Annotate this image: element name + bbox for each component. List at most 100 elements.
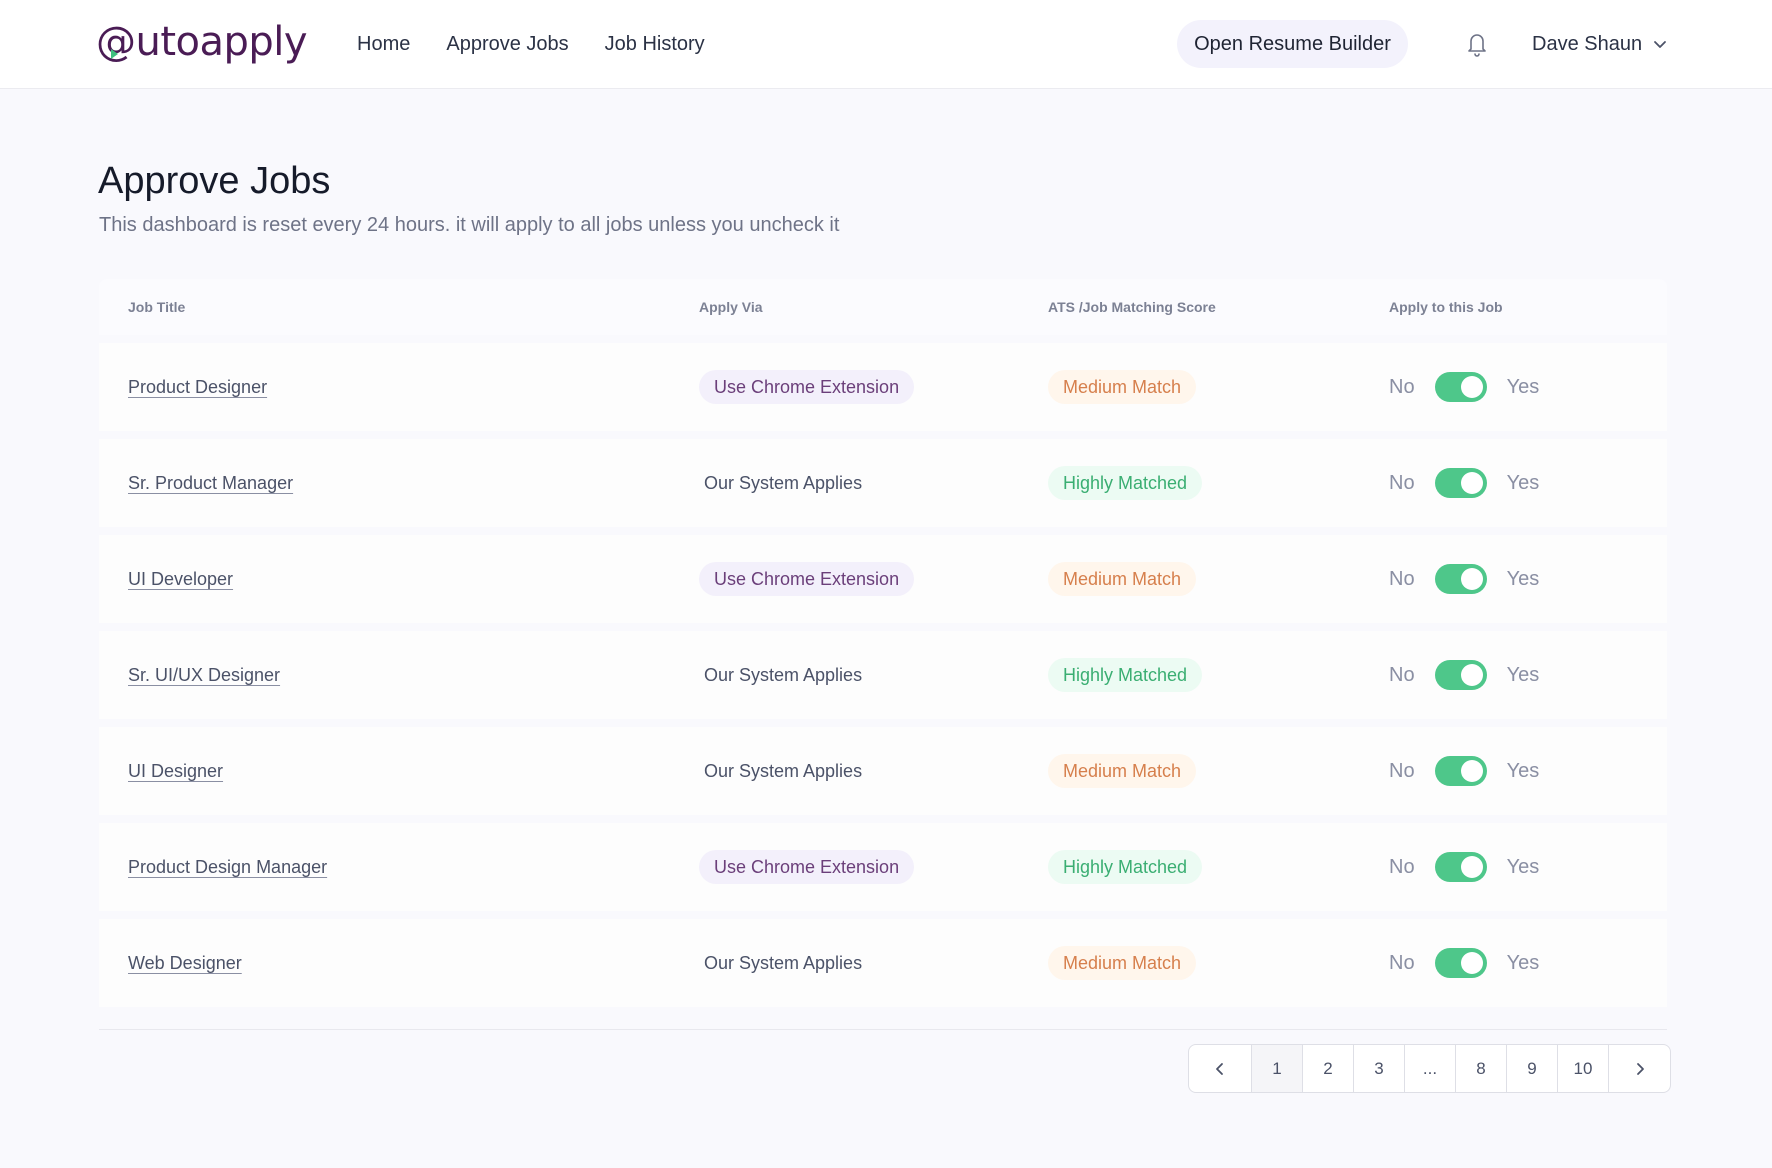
column-header-score: ATS /Job Matching Score <box>1048 299 1216 315</box>
job-title-link[interactable]: Product Designer <box>128 377 267 398</box>
toggle-yes-label: Yes <box>1506 951 1540 974</box>
jobs-table: Job Title Apply Via ATS /Job Matching Sc… <box>99 279 1667 1007</box>
bell-icon[interactable] <box>1465 30 1489 58</box>
apply-toggle[interactable] <box>1434 372 1487 402</box>
open-resume-builder-button[interactable]: Open Resume Builder <box>1177 20 1408 68</box>
pagination-page-3[interactable]: 3 <box>1353 1045 1404 1092</box>
apply-toggle-cell: No Yes <box>1389 343 1539 431</box>
table-row: UI Developer Use Chrome Extension Medium… <box>99 535 1667 623</box>
toggle-no-label: No <box>1389 567 1415 590</box>
score-cell: Highly Matched <box>1048 631 1203 719</box>
apply-toggle[interactable] <box>1434 564 1487 594</box>
pagination-page-2[interactable]: 2 <box>1302 1045 1353 1092</box>
table-divider <box>99 1029 1667 1030</box>
job-title-link[interactable]: Sr. Product Manager <box>128 473 293 494</box>
apply-via-cell: Our System Applies <box>699 631 862 719</box>
toggle-no-label: No <box>1389 471 1415 494</box>
apply-via-text: Our System Applies <box>704 472 863 493</box>
apply-via-text: Our System Applies <box>704 664 863 685</box>
job-title-link[interactable]: UI Designer <box>128 761 223 782</box>
nav-approve-jobs[interactable]: Approve Jobs <box>446 30 568 58</box>
toggle-yes-label: Yes <box>1506 375 1540 398</box>
toggle-no-label: No <box>1389 855 1415 878</box>
apply-toggle-cell: No Yes <box>1389 631 1539 719</box>
toggle-yes-label: Yes <box>1506 855 1540 878</box>
pagination-page-1[interactable]: 1 <box>1251 1045 1302 1092</box>
job-title-link[interactable]: Web Designer <box>128 953 242 974</box>
apply-toggle-cell: No Yes <box>1389 823 1539 911</box>
toggle-no-label: No <box>1389 663 1415 686</box>
apply-toggle[interactable] <box>1434 660 1487 690</box>
column-header-apply-via: Apply Via <box>699 299 763 315</box>
job-title-cell: UI Designer <box>128 727 223 815</box>
toggle-knob <box>1460 568 1483 590</box>
match-score-badge: Medium Match <box>1048 754 1197 788</box>
column-header-apply: Apply to this Job <box>1389 299 1503 315</box>
top-navigation-bar: @utoapply Home Approve Jobs Job History … <box>0 0 1772 89</box>
toggle-knob <box>1460 472 1483 494</box>
apply-toggle[interactable] <box>1434 756 1487 786</box>
apply-toggle-cell: No Yes <box>1389 439 1539 527</box>
toggle-no-label: No <box>1389 951 1415 974</box>
main-nav: Home Approve Jobs Job History <box>357 30 705 58</box>
logo-text: @utoapply <box>96 19 308 65</box>
apply-via-chrome-extension-badge: Use Chrome Extension <box>699 562 915 596</box>
score-cell: Medium Match <box>1048 343 1197 431</box>
match-score-badge: Medium Match <box>1048 370 1197 404</box>
table-row: Product Designer Use Chrome Extension Me… <box>99 343 1667 431</box>
match-score-badge: Highly Matched <box>1048 466 1203 500</box>
apply-toggle-cell: No Yes <box>1389 919 1539 1007</box>
score-cell: Highly Matched <box>1048 823 1203 911</box>
nav-home[interactable]: Home <box>357 30 410 58</box>
table-header: Job Title Apply Via ATS /Job Matching Sc… <box>99 279 1667 335</box>
apply-via-chrome-extension-badge: Use Chrome Extension <box>699 850 915 884</box>
page-subtitle: This dashboard is reset every 24 hours. … <box>99 214 840 236</box>
apply-via-text: Our System Applies <box>704 760 863 781</box>
job-title-link[interactable]: UI Developer <box>128 569 233 590</box>
job-title-cell: UI Developer <box>128 535 233 623</box>
job-title-link[interactable]: Sr. UI/UX Designer <box>128 665 280 686</box>
table-row: Product Design Manager Use Chrome Extens… <box>99 823 1667 911</box>
user-menu[interactable]: Dave Shaun <box>1532 30 1668 58</box>
pagination-page-9[interactable]: 9 <box>1506 1045 1557 1092</box>
apply-toggle[interactable] <box>1434 852 1487 882</box>
chevron-down-icon <box>1654 41 1666 48</box>
job-title-cell: Product Design Manager <box>128 823 327 911</box>
toggle-knob <box>1460 664 1483 686</box>
nav-job-history[interactable]: Job History <box>605 30 705 58</box>
apply-toggle-cell: No Yes <box>1389 727 1539 815</box>
toggle-knob <box>1460 760 1483 782</box>
toggle-no-label: No <box>1389 759 1415 782</box>
apply-via-cell: Our System Applies <box>699 439 862 527</box>
column-header-job-title: Job Title <box>128 299 186 315</box>
job-title-cell: Sr. UI/UX Designer <box>128 631 280 719</box>
pagination-prev-button[interactable] <box>1189 1045 1251 1092</box>
toggle-knob <box>1460 376 1483 398</box>
apply-via-chrome-extension-badge: Use Chrome Extension <box>699 370 915 404</box>
toggle-knob <box>1460 952 1483 974</box>
job-title-cell: Web Designer <box>128 919 242 1007</box>
match-score-badge: Highly Matched <box>1048 850 1203 884</box>
pagination-next-button[interactable] <box>1608 1045 1670 1092</box>
match-score-badge: Medium Match <box>1048 562 1197 596</box>
pagination-page-8[interactable]: 8 <box>1455 1045 1506 1092</box>
job-title-link[interactable]: Product Design Manager <box>128 857 327 878</box>
score-cell: Medium Match <box>1048 535 1197 623</box>
score-cell: Medium Match <box>1048 727 1197 815</box>
toggle-knob <box>1460 856 1483 878</box>
table-row: Sr. UI/UX Designer Our System Applies Hi… <box>99 631 1667 719</box>
toggle-yes-label: Yes <box>1506 567 1540 590</box>
job-title-cell: Product Designer <box>128 343 267 431</box>
score-cell: Medium Match <box>1048 919 1197 1007</box>
match-score-badge: Medium Match <box>1048 946 1197 980</box>
table-row: UI Designer Our System Applies Medium Ma… <box>99 727 1667 815</box>
apply-via-cell: Our System Applies <box>699 727 862 815</box>
job-title-cell: Sr. Product Manager <box>128 439 293 527</box>
brand-logo[interactable]: @utoapply <box>96 18 308 66</box>
apply-via-cell: Use Chrome Extension <box>699 823 915 911</box>
apply-toggle[interactable] <box>1434 948 1487 978</box>
apply-via-text: Our System Applies <box>704 952 863 973</box>
pagination-page-10[interactable]: 10 <box>1557 1045 1608 1092</box>
apply-toggle[interactable] <box>1434 468 1487 498</box>
pagination-ellipsis: ... <box>1404 1045 1455 1092</box>
